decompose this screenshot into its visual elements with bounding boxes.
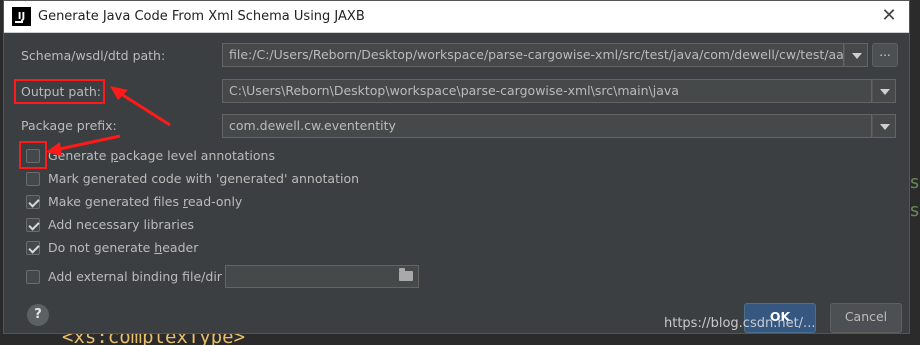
schema-path-label: Schema/wsdl/dtd path: [21,48,166,63]
output-path-dropdown[interactable] [872,79,896,103]
schema-path-input[interactable]: file:/C:/Users/Reborn/Desktop/workspace/… [222,43,844,67]
package-prefix-input[interactable]: com.dewell.cw.evententity [222,114,872,138]
chevron-down-icon [880,124,890,130]
option-label: Make generated files read-only [48,194,243,209]
checkbox-highlight [19,141,47,169]
output-path-highlight [14,79,105,104]
option-label: Do not generate header [48,240,199,255]
option-label: Generate package level annotations [48,148,275,163]
option-label: Add external binding file/dir [48,269,222,284]
jaxb-dialog: IJ Generate Java Code From Xml Schema Us… [3,0,910,334]
option-checkbox[interactable] [26,218,40,232]
folder-icon[interactable] [399,268,413,281]
option-checkbox[interactable] [26,172,40,186]
help-button[interactable]: ? [27,304,49,326]
cancel-button[interactable]: Cancel [830,303,902,333]
chevron-down-icon [852,53,862,59]
option-checkbox[interactable] [26,270,40,284]
binding-path-input[interactable] [225,265,419,288]
schema-path-dropdown[interactable] [844,43,868,67]
output-path-input[interactable]: C:\Users\Reborn\Desktop\workspace\parse-… [222,79,872,103]
chevron-down-icon [880,89,890,95]
close-icon[interactable]: ✕ [879,6,899,26]
option-label: Add necessary libraries [48,217,195,232]
editor-edge-text: s [909,172,920,193]
option-checkbox[interactable] [26,241,40,255]
dialog-title: Generate Java Code From Xml Schema Using… [38,9,365,24]
dialog-titlebar: IJ Generate Java Code From Xml Schema Us… [4,1,909,33]
package-prefix-dropdown[interactable] [872,114,896,138]
package-prefix-label: Package prefix: [21,118,117,133]
option-label: Mark generated code with 'generated' ann… [48,171,360,186]
intellij-logo-icon: IJ [12,7,31,26]
option-checkbox[interactable] [26,195,40,209]
schema-browse-button[interactable]: ... [872,43,898,67]
watermark-text: https://blog.csdn.net/... [664,316,816,331]
editor-edge-text: s [909,200,920,221]
